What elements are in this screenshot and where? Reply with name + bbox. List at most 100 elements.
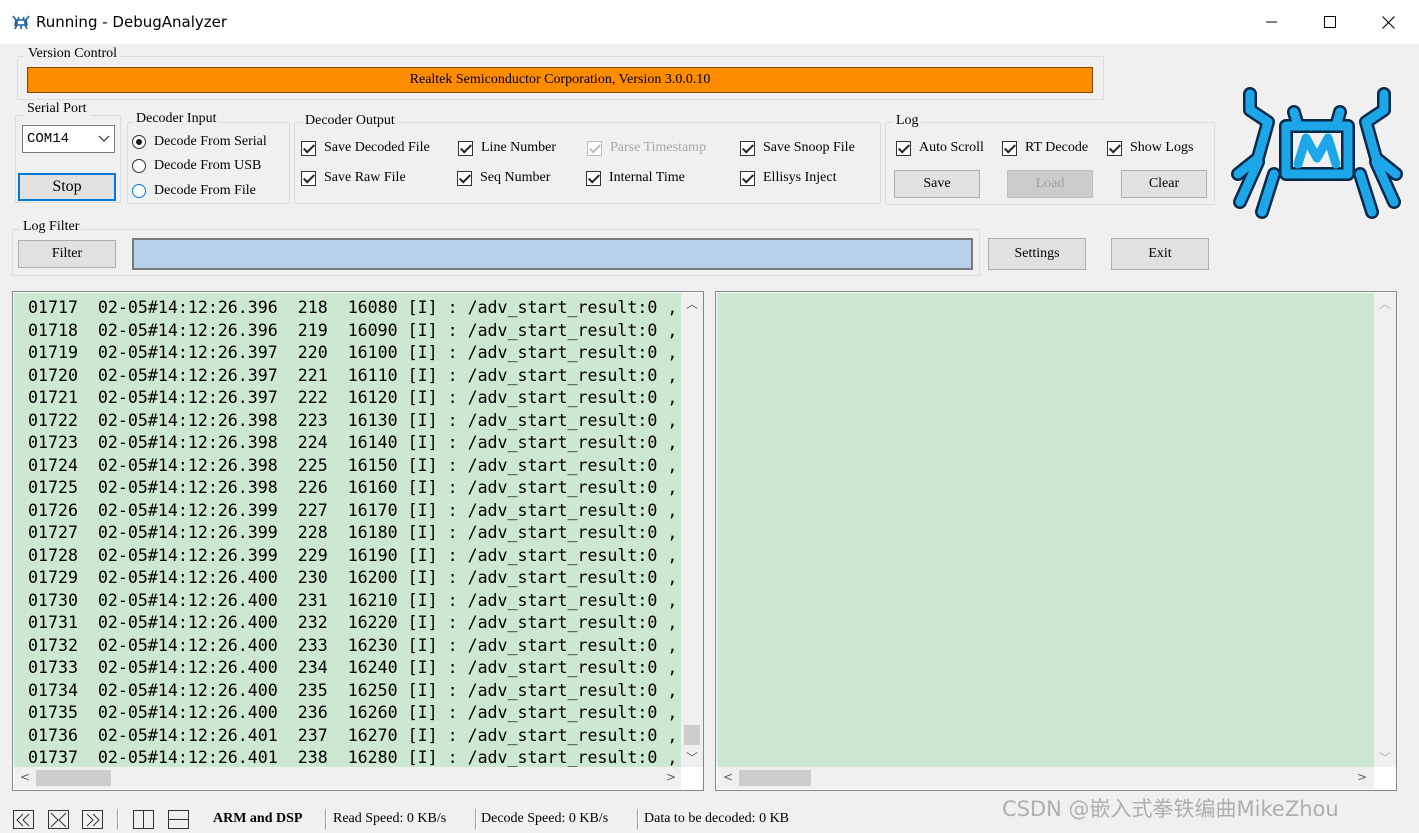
rt-decode-checkbox[interactable]: RT Decode xyxy=(1002,140,1088,156)
load-log-button[interactable]: Load xyxy=(1007,170,1093,198)
maximize-button[interactable] xyxy=(1301,0,1359,44)
scroll-down-icon[interactable]: ﹀ xyxy=(1379,749,1391,766)
log-line: 01732 02-05#14:12:26.400 233 16230 [I] :… xyxy=(28,635,678,655)
serial-port-select[interactable]: COM14 xyxy=(22,125,115,153)
chevron-down-icon xyxy=(98,131,110,150)
line-number-label: Line Number xyxy=(481,140,557,155)
ellisys-inject-checkbox[interactable]: Ellisys Inject xyxy=(740,170,837,186)
decoded-output-pane[interactable]: ︿ ﹀ < > xyxy=(715,291,1397,791)
parse-timestamp-checkbox[interactable]: Parse Timestamp xyxy=(587,140,706,156)
log-line: 01736 02-05#14:12:26.401 237 16270 [I] :… xyxy=(28,725,678,745)
scroll-thumb[interactable] xyxy=(36,770,111,786)
log-line: 01721 02-05#14:12:26.397 222 16120 [I] :… xyxy=(28,388,678,407)
scroll-right-icon[interactable]: > xyxy=(666,770,676,784)
log-line: 01720 02-05#14:12:26.397 221 16110 [I] :… xyxy=(28,365,678,385)
serial-port-title: Serial Port xyxy=(24,101,90,117)
log-line: 01727 02-05#14:12:26.399 228 16180 [I] :… xyxy=(28,523,678,542)
minimize-button[interactable] xyxy=(1243,0,1301,44)
scroll-up-icon[interactable]: ︿ xyxy=(1379,295,1391,312)
radio-indicator xyxy=(132,159,146,173)
log-line: 01730 02-05#14:12:26.400 231 16210 [I] :… xyxy=(28,590,678,610)
auto-scroll-label: Auto Scroll xyxy=(919,140,984,155)
show-logs-label: Show Logs xyxy=(1130,140,1194,155)
title-bar: Running - DebugAnalyzer xyxy=(0,0,1419,44)
seq-number-checkbox[interactable]: Seq Number xyxy=(457,170,550,186)
log-line: 01719 02-05#14:12:26.397 220 16100 [I] :… xyxy=(28,343,678,362)
version-bar: Realtek Semiconductor Corporation, Versi… xyxy=(27,67,1093,93)
decoded-vertical-scrollbar[interactable]: ︿ ﹀ xyxy=(1374,293,1396,767)
save-raw-file-checkbox[interactable]: Save Raw File xyxy=(301,170,406,186)
read-speed: Read Speed: 0 KB/s xyxy=(333,811,447,826)
save-raw-file-label: Save Raw File xyxy=(324,170,406,185)
stop-button[interactable]: Stop xyxy=(18,173,116,201)
decode-from-usb-radio[interactable]: Decode From USB xyxy=(132,158,261,174)
save-log-button[interactable]: Save xyxy=(894,170,980,198)
settings-button[interactable]: Settings xyxy=(988,238,1086,270)
checkbox-indicator xyxy=(301,170,316,186)
scroll-first-icon[interactable] xyxy=(13,810,35,830)
clear-log-button[interactable]: Clear xyxy=(1121,170,1207,198)
parse-timestamp-label: Parse Timestamp xyxy=(610,140,707,155)
log-line: 01735 02-05#14:12:26.400 236 16260 [I] :… xyxy=(28,703,678,722)
line-number-checkbox[interactable]: Line Number xyxy=(458,140,556,156)
window-title: Running - DebugAnalyzer xyxy=(36,13,228,31)
maximize-icon xyxy=(1324,16,1336,28)
decode-from-file-radio[interactable]: Decode From File xyxy=(132,183,256,199)
scroll-middle-icon[interactable] xyxy=(48,810,70,830)
decode-speed: Decode Speed: 0 KB/s xyxy=(481,811,609,826)
log-line: 01733 02-05#14:12:26.400 234 16240 [I] :… xyxy=(28,658,678,677)
log-line: 01722 02-05#14:12:26.398 223 16130 [I] :… xyxy=(28,410,678,430)
scroll-thumb[interactable] xyxy=(684,725,700,745)
log-output-pane[interactable]: 01717 02-05#14:12:26.396 218 16080 [I] :… xyxy=(12,291,704,791)
realtek-logo xyxy=(1228,82,1406,222)
checkbox-indicator xyxy=(1107,140,1122,156)
decoder-output-title: Decoder Output xyxy=(302,113,398,129)
scroll-right-icon[interactable]: > xyxy=(1357,770,1367,784)
close-button[interactable] xyxy=(1359,0,1417,44)
scroll-thumb[interactable] xyxy=(739,770,811,786)
log-horizontal-scrollbar[interactable]: < > xyxy=(14,767,681,789)
version-control-title: Version Control xyxy=(25,46,121,62)
log-text-area[interactable]: 01717 02-05#14:12:26.396 218 16080 [I] :… xyxy=(14,293,681,767)
decoded-text-area[interactable] xyxy=(717,293,1374,767)
radio-indicator xyxy=(132,184,146,198)
log-lines: 01717 02-05#14:12:26.396 218 16080 [I] :… xyxy=(28,297,677,767)
checkbox-indicator xyxy=(586,170,601,186)
split-horizontal-icon[interactable] xyxy=(168,810,190,830)
scroll-left-icon[interactable]: < xyxy=(723,770,733,784)
exit-button[interactable]: Exit xyxy=(1111,238,1209,270)
save-decoded-file-label: Save Decoded File xyxy=(324,140,430,155)
show-logs-checkbox[interactable]: Show Logs xyxy=(1107,140,1193,156)
status-separator xyxy=(475,809,477,830)
log-vertical-scrollbar[interactable]: ︿ ﹀ xyxy=(681,293,703,767)
log-line: 01726 02-05#14:12:26.399 227 16170 [I] :… xyxy=(28,500,678,520)
checkbox-indicator xyxy=(587,140,602,156)
checkbox-indicator xyxy=(458,140,473,156)
log-line: 01718 02-05#14:12:26.396 219 16090 [I] :… xyxy=(28,320,678,340)
save-snoop-file-checkbox[interactable]: Save Snoop File xyxy=(740,140,855,156)
scroll-up-icon[interactable]: ︿ xyxy=(686,295,698,312)
save-decoded-file-checkbox[interactable]: Save Decoded File xyxy=(301,140,430,156)
scroll-left-icon[interactable]: < xyxy=(20,770,30,784)
save-snoop-file-label: Save Snoop File xyxy=(763,140,855,155)
decode-from-serial-label: Decode From Serial xyxy=(154,134,267,149)
split-vertical-icon[interactable] xyxy=(133,810,155,830)
watermark: CSDN @嵌入式拳铁编曲MikeZhou xyxy=(1002,797,1339,821)
decoded-horizontal-scrollbar[interactable]: < > xyxy=(717,767,1374,789)
log-line: 01737 02-05#14:12:26.401 238 16280 [I] :… xyxy=(28,748,678,767)
ellisys-inject-label: Ellisys Inject xyxy=(763,170,837,185)
log-line: 01734 02-05#14:12:26.400 235 16250 [I] :… xyxy=(28,680,678,700)
mode-label: ARM and DSP xyxy=(213,811,303,826)
filter-button[interactable]: Filter xyxy=(18,240,116,268)
internal-time-checkbox[interactable]: Internal Time xyxy=(586,170,685,186)
scroll-down-icon[interactable]: ﹀ xyxy=(686,749,698,766)
scroll-last-icon[interactable] xyxy=(82,810,104,830)
seq-number-label: Seq Number xyxy=(480,170,551,185)
decoder-input-title: Decoder Input xyxy=(133,111,220,127)
decoder-output-group xyxy=(294,122,881,204)
filter-input[interactable] xyxy=(132,238,973,270)
status-separator xyxy=(325,809,327,830)
checkbox-indicator xyxy=(1002,140,1017,156)
auto-scroll-checkbox[interactable]: Auto Scroll xyxy=(896,140,984,156)
decode-from-serial-radio[interactable]: Decode From Serial xyxy=(132,134,267,150)
